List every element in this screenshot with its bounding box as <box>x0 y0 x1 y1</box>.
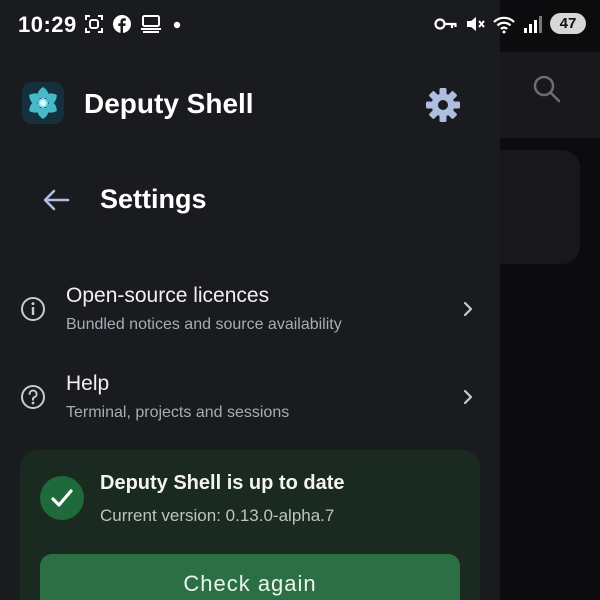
navigation-drawer: Deputy Shell Settings Open-source licenc… <box>0 0 500 600</box>
current-version: Current version: 0.13.0-alpha.7 <box>100 506 335 525</box>
check-again-button[interactable]: Check again <box>40 554 460 600</box>
help-icon <box>21 385 45 409</box>
list-item-subtitle: Bundled notices and source availability <box>66 316 342 333</box>
app-logo <box>22 82 64 124</box>
app-logo-icon <box>22 82 64 124</box>
system-icons: 47 <box>434 13 586 34</box>
info-icon <box>21 297 45 321</box>
list-item-title: Open-source licences <box>66 284 270 307</box>
facebook-icon <box>113 15 131 33</box>
screenshot-icon <box>85 15 103 33</box>
check-icon <box>40 476 84 520</box>
mute-icon <box>467 16 485 31</box>
list-item-help[interactable]: Help Terminal, projects and sessions <box>0 360 500 436</box>
search-icon[interactable] <box>532 74 562 104</box>
chevron-right-icon <box>463 389 473 405</box>
back-arrow-icon[interactable] <box>40 184 72 216</box>
dot-icon <box>173 21 181 29</box>
status-time: 10:29 <box>18 12 77 37</box>
status-bar: 10:29 47 <box>0 0 600 52</box>
gear-icon[interactable] <box>424 86 462 124</box>
signal-icon <box>524 15 542 33</box>
app-header: Deputy Shell <box>0 72 500 136</box>
list-item-title: Help <box>66 372 110 395</box>
update-status-card: Deputy Shell is up to date Current versi… <box>20 450 480 600</box>
vpn-key-icon <box>434 17 457 30</box>
notification-icons <box>84 14 184 34</box>
settings-header: Settings <box>0 170 500 230</box>
wifi-icon <box>493 16 515 33</box>
page-title: Settings <box>100 184 207 214</box>
battery-indicator: 47 <box>550 13 586 34</box>
app-title: Deputy Shell <box>84 88 254 119</box>
desktop-icon <box>141 15 161 33</box>
list-item-subtitle: Terminal, projects and sessions <box>66 404 290 421</box>
chevron-right-icon <box>463 301 473 317</box>
list-item-open-source-licences[interactable]: Open-source licences Bundled notices and… <box>0 272 500 348</box>
update-status-title: Deputy Shell is up to date <box>100 472 345 494</box>
screen: 10:29 47 Deputy Shell Settings Open-sour… <box>0 0 600 600</box>
